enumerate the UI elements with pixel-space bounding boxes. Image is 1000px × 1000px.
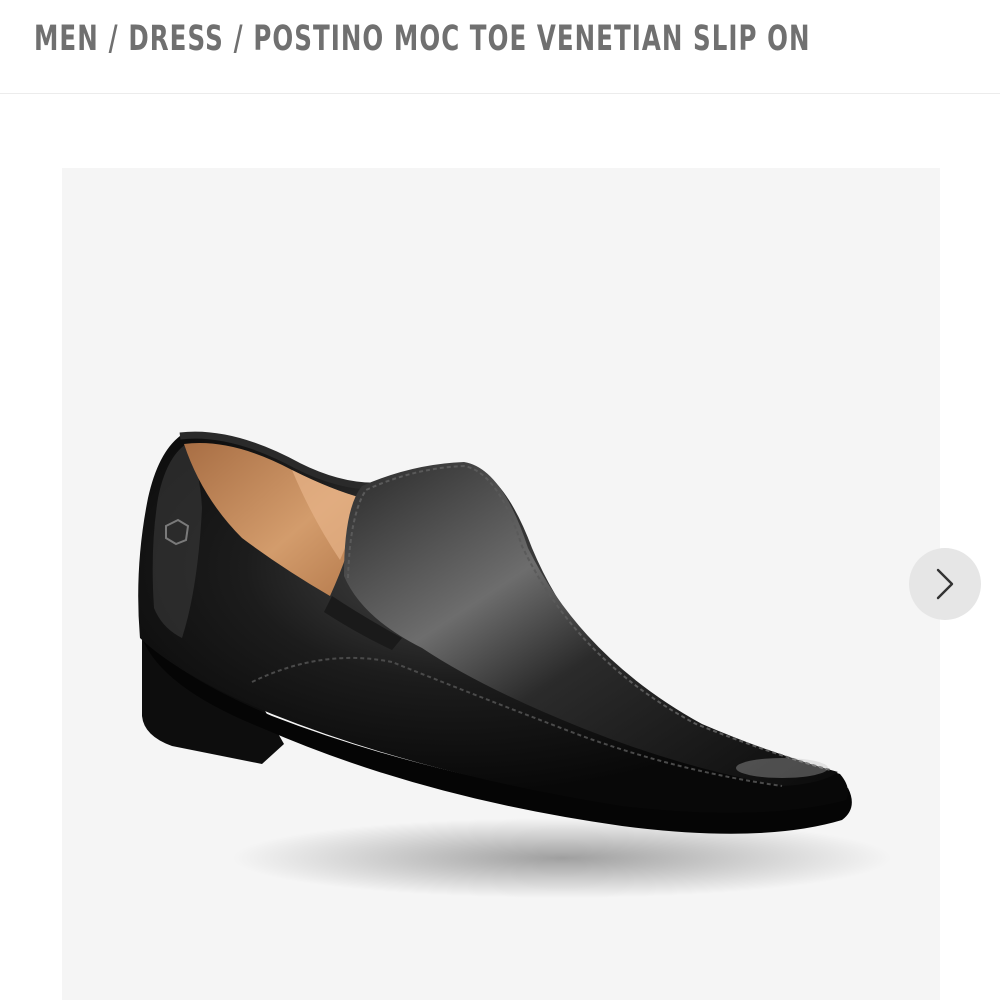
gallery-next-button[interactable] [909,548,981,620]
page-header: MEN / DRESS / POSTINO MOC TOE VENETIAN S… [0,0,1000,94]
breadcrumb-separator: / [108,19,119,59]
breadcrumb-link-men[interactable]: MEN [34,19,99,59]
product-image-gallery [62,168,940,1000]
breadcrumb-current-product: POSTINO MOC TOE VENETIAN SLIP ON [253,19,811,59]
breadcrumb: MEN / DRESS / POSTINO MOC TOE VENETIAN S… [34,17,811,61]
chevron-right-icon [936,568,954,600]
breadcrumb-separator: / [233,19,244,59]
product-image [138,431,892,898]
breadcrumb-link-dress[interactable]: DRESS [128,19,223,59]
